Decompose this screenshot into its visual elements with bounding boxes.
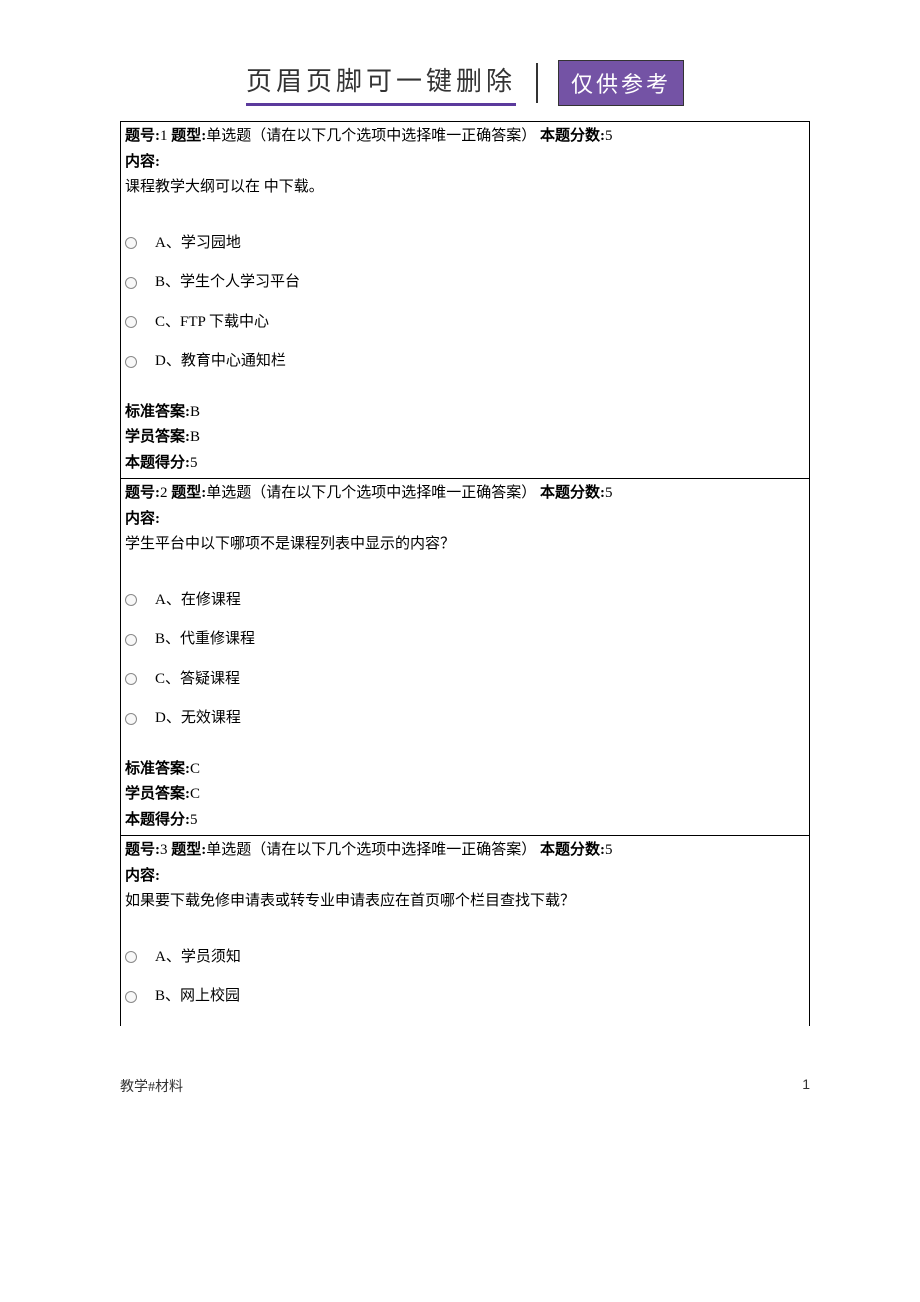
question-block-3: 题号:3 题型:单选题（请在以下几个选项中选择唯一正确答案） 本题分数:5 内容…: [120, 836, 810, 1026]
option-row: A、学员须知: [125, 945, 805, 971]
option-label: C、答疑课程: [155, 667, 240, 693]
earned-score-label: 本题得分:: [125, 808, 190, 834]
question-block-2: 题号:2 题型:单选题（请在以下几个选项中选择唯一正确答案） 本题分数:5 内容…: [120, 479, 810, 836]
question-num: 3: [160, 842, 168, 858]
earned-score-label: 本题得分:: [125, 451, 190, 477]
option-row: C、答疑课程: [125, 667, 805, 693]
footer-left: 教学#材料: [120, 1076, 183, 1096]
header-divider: [536, 63, 538, 103]
standard-answer-label: 标准答案:: [125, 400, 190, 426]
option-row: C、FTP 下载中心: [125, 310, 805, 336]
options-list: A、在修课程 B、代重修课程 C、答疑课程 D、无效课程: [125, 588, 805, 732]
radio-icon[interactable]: [125, 951, 137, 963]
content-label: 内容:: [125, 150, 805, 176]
option-row: A、在修课程: [125, 588, 805, 614]
question-num: 1: [160, 128, 168, 144]
student-answer-label: 学员答案:: [125, 425, 190, 451]
answers-block: 标准答案:B 学员答案:B 本题得分:5: [125, 400, 805, 477]
content-label: 内容:: [125, 507, 805, 533]
student-answer-line: 学员答案:B: [125, 425, 805, 451]
question-type-value: 单选题（请在以下几个选项中选择唯一正确答案）: [206, 128, 536, 144]
student-answer-value: C: [190, 782, 200, 808]
question-type-value: 单选题（请在以下几个选项中选择唯一正确答案）: [206, 842, 536, 858]
radio-icon[interactable]: [125, 356, 137, 368]
earned-score-line: 本题得分:5: [125, 451, 805, 477]
score-label: 本题分数:: [540, 485, 605, 501]
radio-icon[interactable]: [125, 673, 137, 685]
option-label: B、网上校园: [155, 984, 240, 1010]
question-header: 题号:1 题型:单选题（请在以下几个选项中选择唯一正确答案） 本题分数:5: [125, 128, 613, 144]
page-header: 页眉页脚可一键删除 仅供参考: [120, 60, 810, 106]
standard-answer-value: B: [190, 400, 200, 426]
score-label: 本题分数:: [540, 842, 605, 858]
earned-score-value: 5: [190, 451, 198, 477]
question-num-label: 题号:: [125, 842, 160, 858]
question-num: 2: [160, 485, 168, 501]
question-num-label: 题号:: [125, 128, 160, 144]
option-label: A、学员须知: [155, 945, 241, 971]
content-label: 内容:: [125, 864, 805, 890]
radio-icon[interactable]: [125, 991, 137, 1003]
answers-block: 标准答案:C 学员答案:C 本题得分:5: [125, 757, 805, 834]
option-label: B、学生个人学习平台: [155, 270, 300, 296]
standard-answer-line: 标准答案:B: [125, 400, 805, 426]
question-header: 题号:2 题型:单选题（请在以下几个选项中选择唯一正确答案） 本题分数:5: [125, 485, 613, 501]
student-answer-line: 学员答案:C: [125, 782, 805, 808]
option-row: B、网上校园: [125, 984, 805, 1010]
option-label: B、代重修课程: [155, 627, 255, 653]
standard-answer-label: 标准答案:: [125, 757, 190, 783]
header-title: 页眉页脚可一键删除: [246, 61, 516, 106]
option-row: D、无效课程: [125, 706, 805, 732]
question-type-value: 单选题（请在以下几个选项中选择唯一正确答案）: [206, 485, 536, 501]
earned-score-line: 本题得分:5: [125, 808, 805, 834]
question-score: 5: [605, 128, 613, 144]
question-type-label: 题型:: [171, 128, 206, 144]
question-content: 学生平台中以下哪项不是课程列表中显示的内容？: [125, 532, 805, 558]
page-number: 1: [802, 1076, 810, 1096]
radio-icon[interactable]: [125, 713, 137, 725]
content-wrapper: 题号:1 题型:单选题（请在以下几个选项中选择唯一正确答案） 本题分数:5 内容…: [120, 121, 810, 1026]
option-label: D、教育中心通知栏: [155, 349, 286, 375]
question-score: 5: [605, 842, 613, 858]
radio-icon[interactable]: [125, 277, 137, 289]
options-list: A、学员须知 B、网上校园: [125, 945, 805, 1010]
radio-icon[interactable]: [125, 594, 137, 606]
option-label: D、无效课程: [155, 706, 241, 732]
question-content: 如果要下载免修申请表或转专业申请表应在首页哪个栏目查找下载？: [125, 889, 805, 915]
score-label: 本题分数:: [540, 128, 605, 144]
standard-answer-line: 标准答案:C: [125, 757, 805, 783]
option-label: A、在修课程: [155, 588, 241, 614]
options-list: A、学习园地 B、学生个人学习平台 C、FTP 下载中心 D、教育中心通知栏: [125, 231, 805, 375]
earned-score-value: 5: [190, 808, 198, 834]
option-row: A、学习园地: [125, 231, 805, 257]
question-type-label: 题型:: [171, 485, 206, 501]
question-num-label: 题号:: [125, 485, 160, 501]
student-answer-label: 学员答案:: [125, 782, 190, 808]
option-row: B、学生个人学习平台: [125, 270, 805, 296]
question-block-1: 题号:1 题型:单选题（请在以下几个选项中选择唯一正确答案） 本题分数:5 内容…: [120, 122, 810, 479]
radio-icon[interactable]: [125, 237, 137, 249]
radio-icon[interactable]: [125, 634, 137, 646]
radio-icon[interactable]: [125, 316, 137, 328]
student-answer-value: B: [190, 425, 200, 451]
option-label: C、FTP 下载中心: [155, 310, 269, 336]
question-type-label: 题型:: [171, 842, 206, 858]
header-badge: 仅供参考: [558, 60, 684, 106]
question-content: 课程教学大纲可以在 中下载。: [125, 175, 805, 201]
option-label: A、学习园地: [155, 231, 241, 257]
question-header: 题号:3 题型:单选题（请在以下几个选项中选择唯一正确答案） 本题分数:5: [125, 842, 613, 858]
option-row: D、教育中心通知栏: [125, 349, 805, 375]
option-row: B、代重修课程: [125, 627, 805, 653]
question-score: 5: [605, 485, 613, 501]
page-footer: 教学#材料 1: [120, 1076, 810, 1096]
standard-answer-value: C: [190, 757, 200, 783]
